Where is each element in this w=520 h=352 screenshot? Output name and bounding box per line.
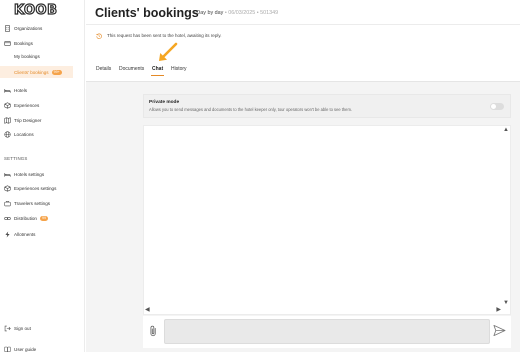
tab-documents[interactable]: Documents bbox=[119, 66, 144, 72]
booking-id: • 501349 bbox=[256, 10, 279, 16]
sign-out-label: Sign out bbox=[14, 325, 31, 331]
sidebar-item-label: Travelers settings bbox=[14, 200, 51, 206]
message-input[interactable] bbox=[164, 319, 490, 344]
sidebar-item-travelers-settings[interactable]: Travelers settings bbox=[0, 197, 85, 209]
count-badge: 99+ bbox=[51, 69, 62, 75]
sidebar-item-hotels-settings[interactable]: Hotels settings bbox=[0, 168, 85, 180]
cube-icon bbox=[4, 101, 11, 109]
tab-chat[interactable]: Chat bbox=[150, 66, 165, 76]
sidebar-item-bookings[interactable]: Bookings bbox=[0, 37, 85, 49]
scroll-up-arrow-icon[interactable]: ▲ bbox=[503, 127, 509, 133]
sidebar: KOOB Organizations Bookings My bookings … bbox=[0, 0, 85, 352]
sidebar-item-distribution[interactable]: Distribution 99 bbox=[0, 212, 85, 224]
user-guide-link[interactable]: User guide bbox=[0, 344, 85, 352]
private-mode-description: Allows you to send messages and document… bbox=[149, 107, 353, 112]
tab-details[interactable]: Details bbox=[96, 66, 111, 72]
sidebar-item-locations[interactable]: Locations bbox=[0, 128, 85, 140]
chat-messages-panel[interactable]: ▲ ▼ ◀ ▶ bbox=[143, 125, 511, 315]
sidebar-item-label: Organizations bbox=[14, 25, 43, 31]
pointer-arrow-icon bbox=[159, 42, 178, 61]
sidebar-item-label: Bookings bbox=[14, 40, 33, 46]
sidebar-item-my-bookings[interactable]: My bookings bbox=[0, 50, 85, 62]
sidebar-item-label: Locations bbox=[14, 131, 34, 137]
building-icon bbox=[4, 24, 11, 32]
sidebar-item-organizations[interactable]: Organizations bbox=[0, 22, 85, 34]
sidebar-item-hotels[interactable]: Hotels bbox=[0, 84, 85, 96]
booking-date: • 06/03/2025 bbox=[224, 10, 256, 16]
scroll-down-arrow-icon[interactable]: ▼ bbox=[503, 300, 509, 306]
history-icon bbox=[96, 33, 102, 39]
scroll-right-arrow-icon[interactable]: ▶ bbox=[496, 306, 501, 313]
sign-out-button[interactable]: Sign out bbox=[0, 323, 85, 333]
sidebar-item-label: Experiences settings bbox=[14, 185, 57, 191]
sidebar-item-allotments[interactable]: Allotments bbox=[0, 228, 85, 240]
globe-icon bbox=[4, 130, 11, 138]
sidebar-item-label: Hotels bbox=[14, 87, 28, 93]
bolt-icon bbox=[4, 231, 11, 238]
sidebar-item-experiences[interactable]: Experiences bbox=[0, 99, 85, 111]
sidebar-item-label: Experiences bbox=[14, 102, 40, 108]
map-icon bbox=[4, 116, 11, 124]
status-notice: This request has been sent to the hotel,… bbox=[96, 31, 221, 40]
folder-icon bbox=[4, 40, 11, 47]
suitcase-icon bbox=[4, 200, 11, 207]
sidebar-item-label: Distribution bbox=[14, 215, 37, 221]
send-icon[interactable] bbox=[493, 324, 506, 337]
link-icon bbox=[4, 215, 11, 222]
private-mode-toggle[interactable] bbox=[490, 103, 504, 110]
settings-section-label: SETTINGS bbox=[4, 156, 28, 161]
page-title: Clients' bookings bbox=[95, 6, 199, 20]
sidebar-item-label: Clients' bookings bbox=[14, 69, 49, 75]
logo-text: KOOB bbox=[13, 2, 58, 18]
book-icon bbox=[4, 346, 11, 352]
user-guide-label: User guide bbox=[14, 346, 37, 352]
message-composer bbox=[143, 316, 511, 348]
sidebar-item-label: Hotels settings bbox=[14, 171, 45, 177]
sidebar-item-label: Trip Designer bbox=[14, 117, 42, 123]
sidebar-item-clients-bookings[interactable]: Clients' bookings 99+ bbox=[0, 66, 73, 78]
bed-icon bbox=[4, 87, 11, 94]
tab-history[interactable]: History bbox=[171, 66, 187, 72]
sidebar-item-trip-designer[interactable]: Trip Designer bbox=[0, 114, 85, 126]
private-mode-title: Private mode bbox=[149, 100, 180, 105]
bed-icon bbox=[4, 171, 11, 178]
count-badge: 99 bbox=[39, 215, 48, 221]
paperclip-icon[interactable] bbox=[149, 325, 158, 337]
sign-out-icon bbox=[4, 325, 11, 332]
cube-icon bbox=[4, 184, 11, 192]
booking-type: • Day by day bbox=[193, 10, 224, 16]
tab-bar: Details Documents Chat History bbox=[86, 60, 520, 82]
sidebar-item-label: My bookings bbox=[14, 53, 40, 59]
sidebar-item-label: Allotments bbox=[14, 231, 36, 237]
sidebar-item-experiences-settings[interactable]: Experiences settings bbox=[0, 182, 85, 194]
booking-meta: • Day by day • 06/03/2025 • 501349 bbox=[193, 10, 278, 16]
private-mode-card: Private mode Allows you to send messages… bbox=[143, 94, 511, 118]
page-header: Clients' bookings • Day by day • 06/03/2… bbox=[86, 0, 520, 25]
notice-text: This request has been sent to the hotel,… bbox=[107, 33, 222, 38]
scroll-left-arrow-icon[interactable]: ◀ bbox=[145, 306, 150, 313]
koob-logo[interactable]: KOOB bbox=[13, 2, 58, 18]
